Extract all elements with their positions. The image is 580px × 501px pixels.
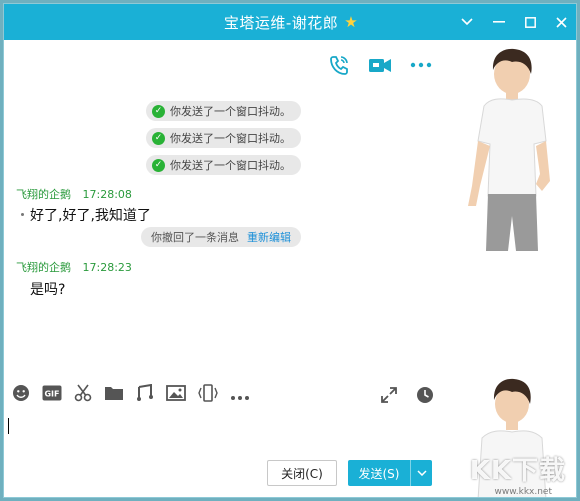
reedit-link[interactable]: 重新编辑 [247,229,291,245]
avatar-figure-top [468,48,550,251]
phone-call-icon[interactable] [328,54,350,80]
close-button[interactable] [546,4,576,40]
gif-label: GIF [44,390,59,399]
window-title: 宝塔运维-谢花郎 [223,13,339,32]
watermark-logo: KK下载 [469,456,566,486]
image-icon[interactable] [166,385,186,405]
shake-window-icon[interactable] [198,384,218,406]
send-button[interactable]: 发送(S) [348,460,432,486]
system-message: ✓ 你发送了一个窗口抖动。 [146,128,301,148]
system-message: ✓ 你发送了一个窗口抖动。 [146,155,301,175]
more-icon[interactable] [410,54,432,80]
call-toolbar [328,54,432,80]
message-header: 飞翔的企鹅 17:28:08 [16,186,132,202]
chevron-down-icon[interactable] [452,4,482,40]
video-call-icon[interactable] [368,54,392,80]
message-area[interactable]: ✓ 你发送了一个窗口抖动。 ✓ 你发送了一个窗口抖动。 ✓ 你发送了一个窗口抖动… [4,40,446,380]
screenshot-scissors-icon[interactable] [74,384,92,406]
message-header: 飞翔的企鹅 17:28:23 [16,259,132,275]
message-text: 好了,好了,我知道了 [30,208,151,224]
history-clock-icon[interactable] [416,380,434,410]
text-caret [8,418,9,434]
sender-name[interactable]: 飞翔的企鹅 [16,261,71,274]
recall-notice: 你撤回了一条消息 重新编辑 [141,227,301,247]
music-icon[interactable] [136,383,154,406]
check-circle-icon: ✓ [152,104,165,118]
recall-text: 你撤回了一条消息 [151,231,239,244]
check-circle-icon: ✓ [152,131,165,145]
close-button-label: 关闭(C) [281,466,323,481]
message-input[interactable] [4,410,446,452]
close-chat-button[interactable]: 关闭(C) [267,460,337,486]
expand-icon[interactable] [380,380,398,410]
message-time: 17:28:08 [82,188,132,201]
send-button-label: 发送(S) [358,466,400,481]
system-message: ✓ 你发送了一个窗口抖动。 [146,101,301,121]
folder-icon[interactable] [104,385,124,405]
watermark-url: www.kkx.net [494,487,553,497]
chat-window: 宝塔运维-谢花郎 ★ ✓ 你发送了一个窗口抖动。 ✓ 你发送了一个窗口抖动。 ✓… [3,3,577,498]
maximize-button[interactable] [515,4,545,40]
more-icon[interactable] [230,386,250,405]
system-message-text: 你发送了一个窗口抖动。 [170,159,291,172]
check-circle-icon: ✓ [152,158,165,172]
minimize-button[interactable] [484,4,514,40]
sender-name[interactable]: 飞翔的企鹅 [16,188,71,201]
system-message-text: 你发送了一个窗口抖动。 [170,105,291,118]
send-options-chevron-icon[interactable] [411,470,432,476]
title-bar[interactable]: 宝塔运维-谢花郎 ★ [4,4,576,40]
show-panel [446,40,576,497]
message-time: 17:28:23 [82,261,132,274]
message-text: 是吗? [30,282,66,298]
system-message-text: 你发送了一个窗口抖动。 [170,132,291,145]
gif-icon[interactable]: GIF [42,385,62,405]
bullet-dot [21,213,24,216]
star-icon: ★ [344,13,359,31]
emoji-icon[interactable] [12,384,30,406]
